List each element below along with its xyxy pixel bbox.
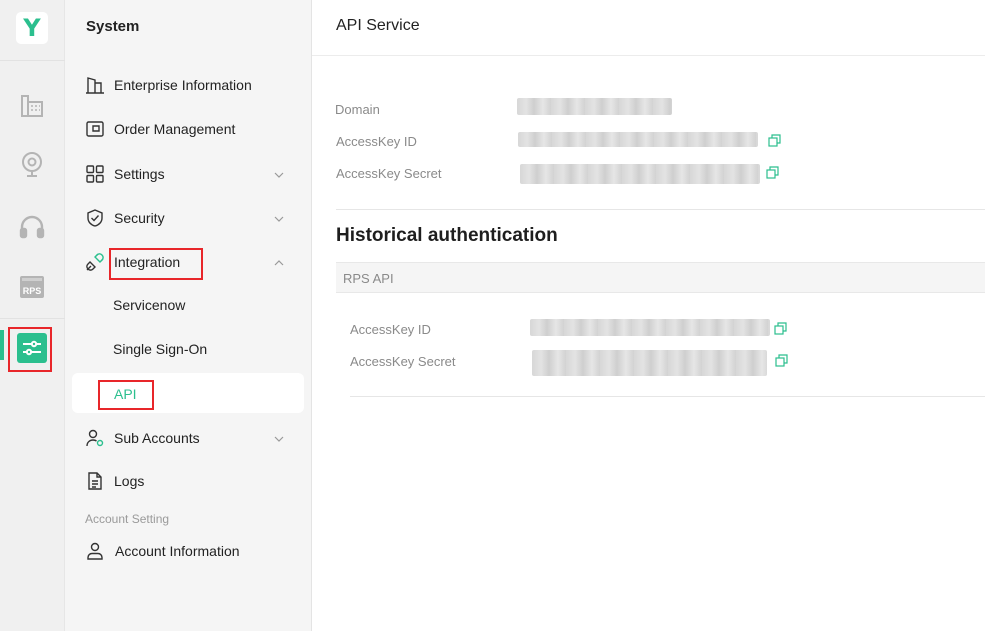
user-icon [85, 541, 105, 561]
sidebar-item-label: Sub Accounts [114, 430, 200, 446]
panel-title: RPS API [343, 271, 394, 286]
highlight-box [98, 380, 154, 410]
sidebar-item-sub-accounts[interactable]: Sub Accounts [65, 420, 312, 456]
page-title: API Service [336, 17, 420, 34]
building-icon [85, 75, 105, 95]
document-icon [85, 471, 105, 491]
sidebar-subitem-label: Servicenow [113, 297, 186, 313]
accesskey-secret-value-redacted [520, 164, 760, 184]
divider [350, 396, 985, 397]
grid-icon [85, 164, 105, 184]
chevron-down-icon[interactable] [273, 432, 285, 444]
app-logo[interactable]: Y [16, 12, 48, 44]
sidebar-subitem-servicenow[interactable]: Servicenow [72, 285, 304, 325]
rps-icon[interactable]: RPS [17, 272, 47, 302]
copy-icon[interactable] [768, 134, 782, 148]
sidebar-item-account-information[interactable]: Account Information [65, 533, 312, 569]
section-label-account-setting: Account Setting [85, 512, 170, 526]
app-rail: Y RPS [0, 0, 65, 631]
chevron-down-icon[interactable] [273, 168, 285, 180]
copy-icon[interactable] [774, 322, 788, 336]
rail-active-indicator [0, 330, 4, 360]
sidebar-item-settings[interactable]: Settings [65, 156, 312, 192]
sidebar-item-label: Logs [114, 473, 145, 489]
chevron-up-icon[interactable] [273, 256, 285, 268]
page-header: API Service [312, 0, 985, 56]
shield-icon [85, 208, 105, 228]
accesskey-secret-label: AccessKey Secret [336, 166, 442, 181]
sidebar-item-label: Enterprise Information [114, 77, 252, 93]
rail-divider [0, 60, 65, 61]
building-grid-icon[interactable] [17, 91, 47, 121]
sidebar-subitem-label: Single Sign-On [113, 341, 208, 357]
chevron-down-icon[interactable] [273, 212, 285, 224]
user-gear-icon [85, 428, 105, 448]
rps-accesskey-id-label: AccessKey ID [350, 322, 431, 337]
highlight-box [109, 248, 203, 280]
webcam-icon[interactable] [17, 150, 47, 180]
sidebar-item-logs[interactable]: Logs [65, 463, 312, 499]
rps-accesskey-secret-value-redacted [532, 350, 767, 376]
sidebar-item-label: Settings [114, 166, 165, 182]
sidebar-item-enterprise-information[interactable]: Enterprise Information [65, 67, 312, 103]
rps-accesskey-secret-label: AccessKey Secret [350, 354, 456, 369]
sidebar-item-label: Account Information [115, 543, 240, 559]
api-service-panel: API Service Domain AccessKey ID AccessKe… [312, 0, 985, 631]
svg-text:RPS: RPS [23, 286, 42, 296]
copy-icon[interactable] [766, 166, 780, 180]
system-sidebar: System Enterprise Information Order Mana… [65, 0, 312, 631]
accesskey-id-value-redacted [518, 132, 758, 147]
sidebar-subitem-single-sign-on[interactable]: Single Sign-On [72, 329, 304, 369]
headset-icon[interactable] [17, 212, 47, 242]
divider [336, 209, 985, 210]
rps-accesskey-id-value-redacted [530, 319, 770, 336]
rail-divider [0, 318, 65, 319]
plug-icon [85, 252, 105, 272]
sidebar-title: System [86, 18, 140, 35]
sidebar-item-security[interactable]: Security [65, 200, 312, 236]
sidebar-item-label: Order Management [114, 121, 236, 137]
accesskey-id-label: AccessKey ID [336, 134, 417, 149]
panel-header-rps-api: RPS API [336, 262, 985, 293]
highlight-box [8, 327, 52, 372]
domain-label: Domain [335, 102, 380, 117]
section-title-historical-authentication: Historical authentication [336, 225, 558, 246]
copy-icon[interactable] [775, 354, 789, 368]
wallet-icon [85, 119, 105, 139]
domain-value-redacted [517, 98, 672, 115]
sidebar-item-label: Security [114, 210, 165, 226]
sidebar-item-order-management[interactable]: Order Management [65, 111, 312, 147]
